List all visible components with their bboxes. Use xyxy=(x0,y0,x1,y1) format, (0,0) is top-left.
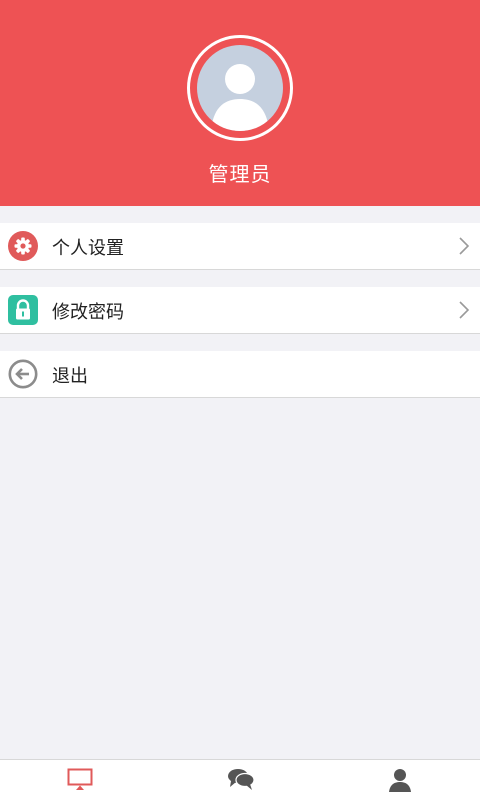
menu-item-label: 个人设置 xyxy=(52,238,124,259)
chevron-right-icon xyxy=(459,237,470,255)
tab-profile[interactable] xyxy=(320,760,480,801)
chevron-right-icon xyxy=(459,301,470,319)
username: 管理员 xyxy=(208,162,272,186)
menu-item-label: 退出 xyxy=(52,366,88,387)
default-user-icon xyxy=(211,64,269,131)
menu-item-label: 修改密码 xyxy=(52,302,124,323)
bottom-tab-bar xyxy=(0,759,480,801)
lock-icon xyxy=(8,295,38,325)
avatar-image xyxy=(197,45,283,131)
back-arrow-icon xyxy=(8,359,38,389)
profile-header: 管理员 xyxy=(0,0,480,206)
avatar[interactable] xyxy=(187,35,293,141)
tab-messages[interactable] xyxy=(160,760,320,801)
settings-gear-icon xyxy=(8,231,38,261)
menu-item-change-password[interactable]: 修改密码 xyxy=(0,287,480,334)
menu-item-logout[interactable]: 退出 xyxy=(0,351,480,398)
user-icon xyxy=(389,769,411,792)
tab-home[interactable] xyxy=(0,760,160,801)
menu-item-personal-settings[interactable]: 个人设置 xyxy=(0,223,480,270)
monitor-icon xyxy=(67,768,93,790)
chat-bubbles-icon xyxy=(228,769,255,790)
